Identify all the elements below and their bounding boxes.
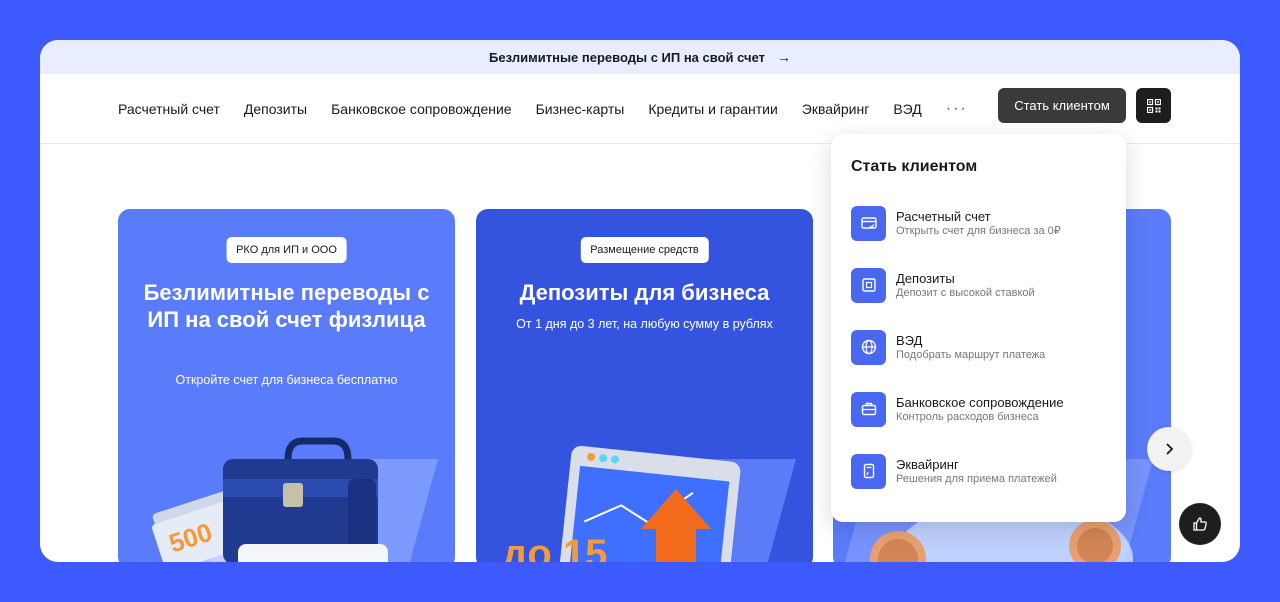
nav-item-ved[interactable]: ВЭД (893, 101, 921, 117)
deposit-illustration: до 15 (502, 445, 796, 562)
dropdown-item-label: ВЭД (896, 332, 923, 348)
dropdown-item-deposits[interactable]: Депозиты Депозит с высокой ставкой (851, 265, 1111, 305)
card-subtitle: От 1 дня до 3 лет, на любую сумму в рубл… (516, 317, 773, 331)
dropdown-icon-box (851, 329, 886, 365)
dropdown-icon-box (851, 205, 886, 241)
card-tag: Размещение средств (580, 237, 709, 263)
card-subtitle: Откройте счет для бизнеса бесплатно (175, 373, 398, 387)
nav-item-acquiring[interactable]: Эквайринг (802, 101, 870, 117)
card-title: Депозиты для бизнеса (519, 280, 770, 305)
globe-icon (861, 339, 876, 355)
promo-banner[interactable]: Безлимитные переводы с ИП на свой счет → (40, 40, 1240, 74)
dropdown-item-label: Эквайринг (896, 456, 959, 472)
illustration-text: до 15 (502, 532, 607, 562)
dropdown-item-ved[interactable]: ВЭД Подобрать маршрут платежа (851, 327, 1111, 367)
card-icon (860, 217, 877, 229)
dropdown-item-label: Расчетный счет (896, 208, 991, 224)
chevron-right-icon (1166, 443, 1174, 455)
terminal-icon (863, 463, 874, 479)
dropdown-title: Стать клиентом (851, 158, 978, 175)
dropdown-item-checking-account[interactable]: Расчетный счет Открыть счет для бизнеса … (851, 203, 1111, 243)
dropdown-item-acquiring[interactable]: Эквайринг Решения для приема платежей (851, 451, 1111, 491)
feedback-like-button[interactable] (1179, 503, 1221, 545)
arrow-right-icon: → (777, 49, 791, 65)
promo-text: Безлимитные переводы с ИП на свой счет (489, 49, 765, 65)
dropdown-item-desc: Контроль расходов бизнеса (896, 410, 1039, 423)
thumbs-up-icon (1193, 517, 1207, 531)
nav-item-banking-support[interactable]: Банковское сопровождение (331, 101, 511, 117)
nav-item-credits[interactable]: Кредиты и гарантии (648, 101, 777, 117)
safe-icon (861, 278, 876, 292)
nav-item-business-cards[interactable]: Бизнес-карты (536, 101, 625, 117)
briefcase-illustration: 500 (152, 437, 438, 562)
become-client-button[interactable]: Стать клиентом (998, 88, 1126, 123)
dropdown-item-desc: Подобрать маршрут платежа (896, 348, 1046, 361)
dropdown-item-desc: Депозит с высокой ставкой (896, 286, 1035, 299)
nav-item-checking-account[interactable]: Расчетный счет (118, 101, 220, 117)
card-tag: РКО для ИП и ООО (226, 237, 347, 263)
dropdown-item-label: Банковское сопровождение (896, 394, 1064, 410)
qr-code-button[interactable] (1136, 88, 1171, 123)
dropdown-icon-box (851, 267, 886, 303)
dropdown-item-desc: Открыть счет для бизнеса за 0₽ (896, 224, 1061, 237)
promo-card-deposits[interactable]: Размещение средств Депозиты для бизнеса … (476, 209, 813, 562)
dropdown-item-label: Депозиты (896, 270, 955, 286)
dropdown-item-banking-support[interactable]: Банковское сопровождение Контроль расход… (851, 389, 1111, 429)
qr-code-icon (1146, 98, 1161, 113)
dropdown-item-desc: Решения для приема платежей (896, 472, 1057, 485)
nav-item-deposits[interactable]: Депозиты (244, 101, 307, 117)
become-client-dropdown: Стать клиентом Расчетный счет Открыть сч… (831, 134, 1126, 522)
page-frame: Безлимитные переводы с ИП на свой счет →… (40, 40, 1240, 562)
more-icon[interactable]: ··· (946, 100, 968, 118)
dropdown-icon-box (851, 453, 886, 489)
promo-card-transfers[interactable]: РКО для ИП и ООО Безлимитные переводы с … (118, 209, 455, 562)
card-title: Безлимитные переводы с ИП на свой счет ф… (143, 280, 430, 332)
dropdown-icon-box (851, 391, 886, 427)
carousel-next-button[interactable] (1147, 427, 1191, 471)
briefcase-icon (861, 402, 876, 416)
